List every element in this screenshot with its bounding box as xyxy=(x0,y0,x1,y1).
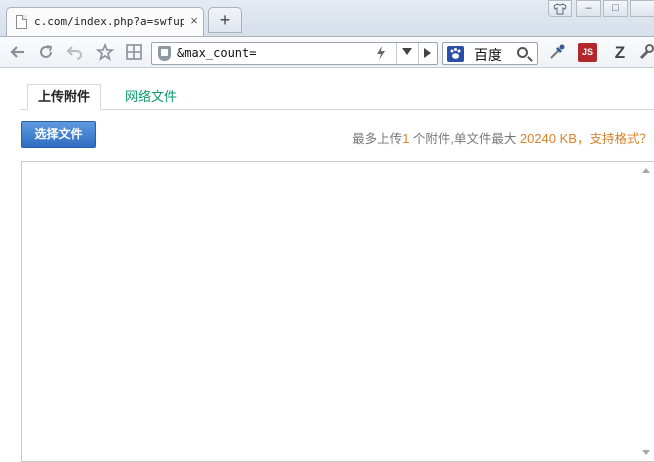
z-extension-icon[interactable]: Z xyxy=(610,43,630,63)
upload-page: 上传附件 网络文件 选择文件 最多上传1 个附件,单文件最大 20240 KB，… xyxy=(0,69,654,462)
wrench-icon[interactable] xyxy=(636,43,654,63)
minimize-button[interactable]: – xyxy=(576,0,601,17)
bolt-icon[interactable] xyxy=(376,45,386,64)
upload-limits-info: 最多上传1 个附件,单文件最大 20240 KB，支持格式？ xyxy=(352,128,652,147)
address-separator xyxy=(418,43,419,64)
address-dropdown-icon[interactable] xyxy=(402,48,412,55)
supported-formats-link[interactable]: 支持格式？ xyxy=(589,132,652,146)
tab-title: c.com/index.php?a=swfupl xyxy=(34,15,184,28)
browser-titlebar: c.com/index.php?a=swfupl × + – □ xyxy=(0,0,654,37)
back-icon[interactable] xyxy=(8,43,28,63)
reload-icon[interactable] xyxy=(36,43,56,63)
maximize-button[interactable]: □ xyxy=(603,0,628,17)
select-file-button[interactable]: 选择文件 xyxy=(21,121,96,148)
grid-icon[interactable] xyxy=(124,43,144,63)
search-icon[interactable] xyxy=(517,47,528,58)
browser-tab[interactable]: c.com/index.php?a=swfupl × xyxy=(6,7,204,37)
max-file-size: 20240 KB xyxy=(519,131,577,146)
info-prefix: 最多上传 xyxy=(352,132,403,146)
navigation-bar: &max_count= 百度 JS Z xyxy=(0,36,654,68)
new-tab-button[interactable]: + xyxy=(208,7,242,33)
tab-network-file[interactable]: 网络文件 xyxy=(114,84,188,110)
tab-upload-attachment[interactable]: 上传附件 xyxy=(27,84,102,110)
info-comma: ， xyxy=(576,132,590,146)
vertical-scrollbar[interactable] xyxy=(638,162,654,461)
search-engine-name[interactable]: 百度 xyxy=(474,45,502,65)
shirt-icon[interactable] xyxy=(548,0,572,17)
favorites-icon[interactable] xyxy=(95,42,115,63)
scroll-down-icon[interactable] xyxy=(642,450,650,455)
search-box[interactable]: 百度 xyxy=(442,42,538,65)
undo-icon[interactable] xyxy=(65,43,85,63)
js-extension-icon[interactable]: JS xyxy=(578,43,597,62)
address-separator xyxy=(396,43,397,64)
tab-close-icon[interactable]: × xyxy=(187,13,201,29)
baidu-paw-icon[interactable] xyxy=(447,46,464,62)
address-url[interactable]: &max_count= xyxy=(177,46,256,60)
page-icon xyxy=(16,15,27,29)
file-list-area[interactable] xyxy=(21,161,654,462)
upload-tabs: 上传附件 网络文件 xyxy=(20,84,654,110)
security-shield-icon xyxy=(158,46,171,61)
go-icon[interactable] xyxy=(424,48,431,58)
address-bar[interactable]: &max_count= xyxy=(151,42,438,65)
eyedropper-icon[interactable] xyxy=(547,43,567,63)
scroll-up-icon[interactable] xyxy=(642,168,650,173)
info-middle: 个附件,单文件最大 xyxy=(409,132,517,146)
close-window-button[interactable] xyxy=(630,0,654,17)
